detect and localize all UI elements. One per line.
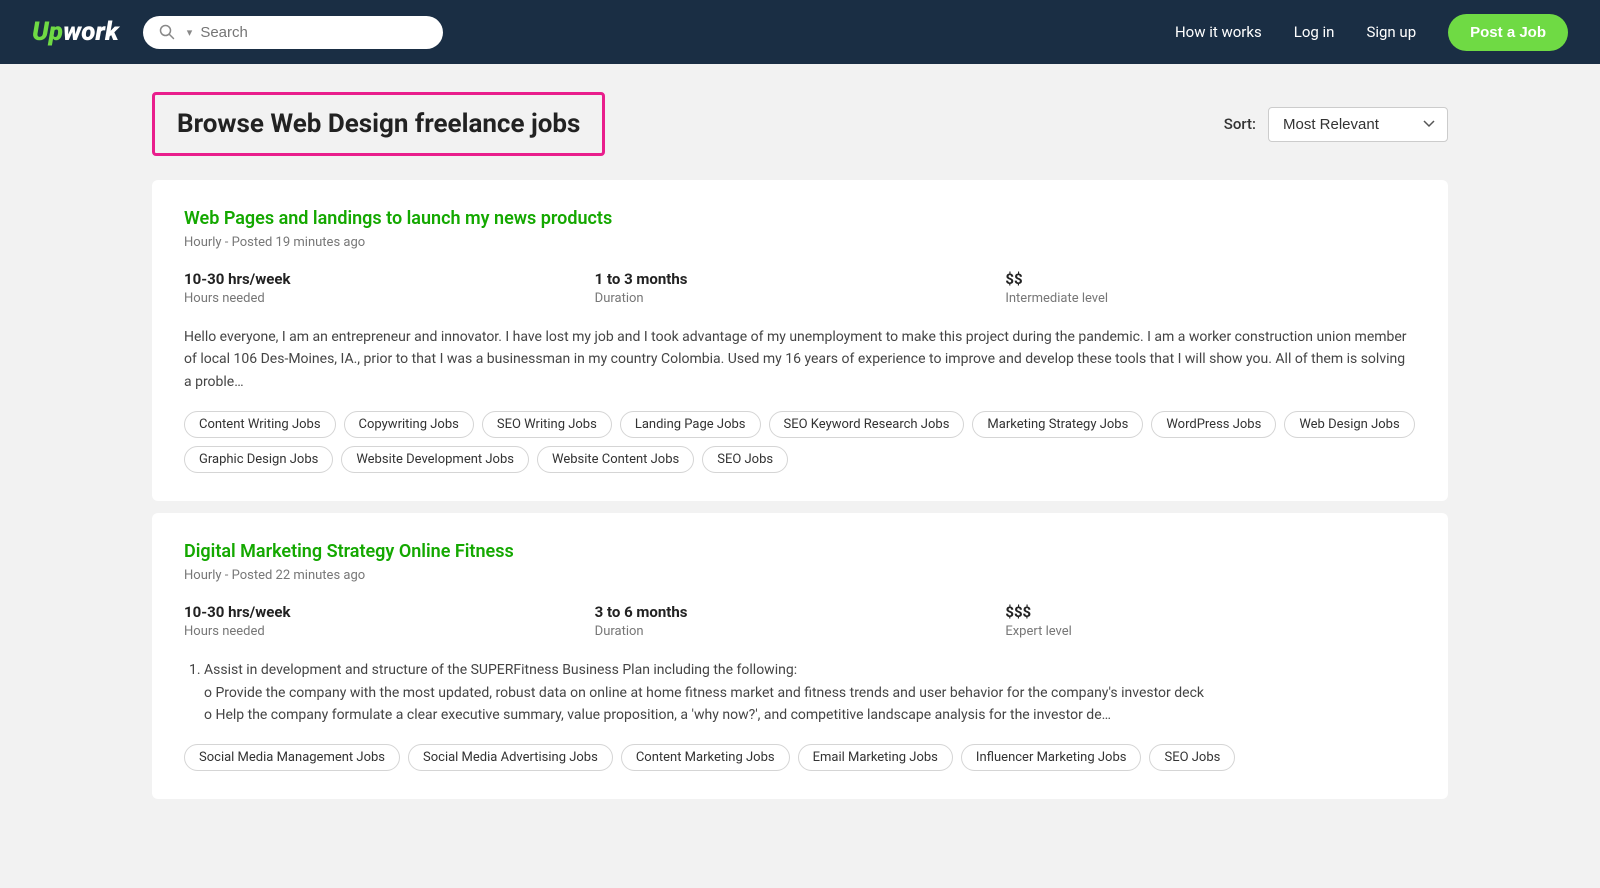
- job-tag[interactable]: Marketing Strategy Jobs: [972, 411, 1143, 438]
- job-stat-label: Hours needed: [184, 291, 595, 306]
- job-stat-label: Duration: [595, 291, 1006, 306]
- main-nav: How it works Log in Sign up Post a Job: [1175, 14, 1568, 51]
- description-list-item: Assist in development and structure of t…: [204, 659, 1416, 681]
- job-stat-label: Duration: [595, 624, 1006, 639]
- job-tag[interactable]: Social Media Management Jobs: [184, 744, 400, 771]
- job-description: Assist in development and structure of t…: [184, 659, 1416, 726]
- job-stat-label: Expert level: [1005, 624, 1416, 639]
- search-input[interactable]: [200, 24, 426, 41]
- job-stat-value: $$: [1005, 270, 1416, 288]
- job-tag[interactable]: Social Media Advertising Jobs: [408, 744, 613, 771]
- job-tag[interactable]: Landing Page Jobs: [620, 411, 761, 438]
- jobs-list: Web Pages and landings to launch my news…: [152, 180, 1448, 799]
- job-card-2: Digital Marketing Strategy Online Fitnes…: [152, 513, 1448, 799]
- job-meta: Hourly - Posted 22 minutes ago: [184, 568, 1416, 583]
- job-stat-value: 1 to 3 months: [595, 270, 1006, 288]
- job-stat: $$ Intermediate level: [1005, 270, 1416, 306]
- job-stat: 10-30 hrs/week Hours needed: [184, 270, 595, 306]
- description-bullet-item: Help the company formulate a clear execu…: [204, 704, 1416, 726]
- search-icon: [159, 24, 175, 40]
- job-stat: 10-30 hrs/week Hours needed: [184, 603, 595, 639]
- job-card-1: Web Pages and landings to launch my news…: [152, 180, 1448, 501]
- sort-label: Sort:: [1224, 115, 1256, 133]
- job-meta: Hourly - Posted 19 minutes ago: [184, 235, 1416, 250]
- job-tag[interactable]: Content Writing Jobs: [184, 411, 336, 438]
- job-tag[interactable]: Influencer Marketing Jobs: [961, 744, 1142, 771]
- job-tag[interactable]: SEO Writing Jobs: [482, 411, 612, 438]
- job-stat: 1 to 3 months Duration: [595, 270, 1006, 306]
- nav-log-in[interactable]: Log in: [1294, 23, 1335, 41]
- job-title[interactable]: Web Pages and landings to launch my news…: [184, 208, 612, 229]
- job-stats: 10-30 hrs/week Hours needed1 to 3 months D…: [184, 270, 1416, 306]
- job-title[interactable]: Digital Marketing Strategy Online Fitnes…: [184, 541, 514, 562]
- description-bullet-item: Provide the company with the most update…: [204, 682, 1416, 704]
- logo-work: work: [63, 17, 119, 47]
- job-stat-value: 10-30 hrs/week: [184, 603, 595, 621]
- page-title: Browse Web Design freelance jobs: [177, 109, 580, 139]
- job-tag[interactable]: Website Content Jobs: [537, 446, 694, 473]
- job-stat-value: 3 to 6 months: [595, 603, 1006, 621]
- job-tag[interactable]: Website Development Jobs: [341, 446, 529, 473]
- page-header-row: Browse Web Design freelance jobs Sort: M…: [152, 92, 1448, 156]
- job-tag[interactable]: SEO Jobs: [1149, 744, 1235, 771]
- job-tag[interactable]: Content Marketing Jobs: [621, 744, 790, 771]
- job-tag[interactable]: Web Design Jobs: [1284, 411, 1414, 438]
- job-stat-label: Hours needed: [184, 624, 595, 639]
- sort-area: Sort: Most Relevant Newest Oldest: [1224, 107, 1448, 142]
- job-stat: 3 to 6 months Duration: [595, 603, 1006, 639]
- job-stat-value: 10-30 hrs/week: [184, 270, 595, 288]
- job-tags: Social Media Management Jobs Social Media…: [184, 744, 1416, 771]
- job-tag[interactable]: Copywriting Jobs: [344, 411, 474, 438]
- job-tag[interactable]: Graphic Design Jobs: [184, 446, 333, 473]
- sort-select[interactable]: Most Relevant Newest Oldest: [1268, 107, 1448, 142]
- search-bar[interactable]: ▾: [143, 16, 443, 49]
- logo[interactable]: Upwork: [32, 17, 119, 47]
- page-title-box: Browse Web Design freelance jobs: [152, 92, 605, 156]
- nav-how-it-works[interactable]: How it works: [1175, 23, 1262, 41]
- job-stats: 10-30 hrs/week Hours needed3 to 6 months D…: [184, 603, 1416, 639]
- header: Upwork ▾ How it works Log in Sign up Pos…: [0, 0, 1600, 64]
- job-tag[interactable]: SEO Keyword Research Jobs: [769, 411, 965, 438]
- job-tags: Content Writing Jobs Copywriting Jobs SEO …: [184, 411, 1416, 473]
- job-tag[interactable]: Email Marketing Jobs: [798, 744, 953, 771]
- job-stat: $$$ Expert level: [1005, 603, 1416, 639]
- search-dropdown-icon[interactable]: ▾: [187, 26, 193, 39]
- job-stat-label: Intermediate level: [1005, 291, 1416, 306]
- job-stat-value: $$$: [1005, 603, 1416, 621]
- job-description: Hello everyone, I am an entrepreneur and…: [184, 326, 1416, 393]
- nav-sign-up[interactable]: Sign up: [1366, 23, 1416, 41]
- job-tag[interactable]: WordPress Jobs: [1151, 411, 1276, 438]
- logo-up: Up: [32, 17, 63, 47]
- page-content: Browse Web Design freelance jobs Sort: M…: [120, 64, 1480, 839]
- post-job-button[interactable]: Post a Job: [1448, 14, 1568, 51]
- job-tag[interactable]: SEO Jobs: [702, 446, 788, 473]
